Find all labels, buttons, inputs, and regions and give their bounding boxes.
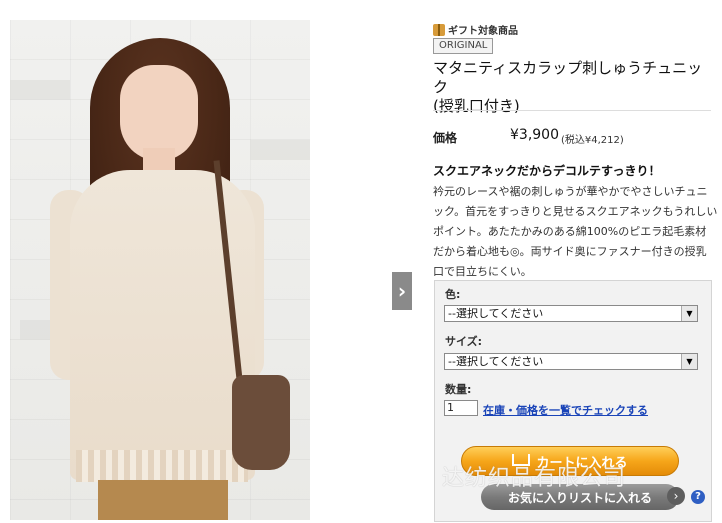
color-select-value: --選択してください bbox=[448, 307, 544, 320]
description-line: ック。首元をすっきりと見せるスクエアネックもうれしい bbox=[433, 205, 718, 218]
divider bbox=[433, 110, 711, 111]
description-line: ポイント。あたたかみのある綿100%のピエラ起毛素材 bbox=[433, 225, 707, 238]
gift-row: ギフト対象商品 bbox=[433, 22, 518, 37]
quantity-label: 数量: bbox=[445, 383, 472, 396]
color-label: 色: bbox=[445, 288, 461, 301]
stock-price-check-link[interactable]: 在庫・価格を一覧でチェックする bbox=[483, 402, 648, 418]
size-label: サイズ: bbox=[445, 335, 483, 348]
wall-brick bbox=[250, 140, 310, 160]
description-body: 衿元のレースや裾の刺しゅうが華やかでやさしいチュニ ック。首元をすっきりと見せる… bbox=[433, 182, 718, 282]
size-select-value: --選択してください bbox=[448, 355, 544, 368]
chevron-down-icon: ▼ bbox=[681, 306, 697, 321]
help-icon[interactable]: ? bbox=[691, 490, 705, 504]
shoulder-bag bbox=[232, 375, 290, 470]
description-line: 衿元のレースや裾の刺しゅうが華やかでやさしいチュニ bbox=[433, 185, 708, 198]
wall-brick bbox=[10, 80, 70, 100]
price-tax: (税込¥4,212) bbox=[561, 135, 624, 146]
original-badge: ORIGINAL bbox=[433, 38, 494, 54]
tunic-lace-hem bbox=[76, 450, 248, 482]
model-face bbox=[120, 65, 198, 161]
arrow-right-icon: › bbox=[667, 487, 685, 505]
description-line: 口で目立ちにくい。 bbox=[433, 265, 532, 278]
product-title-line: (授乳口付き) bbox=[433, 97, 520, 115]
watermark: 达纺织品有限公司 bbox=[442, 466, 627, 491]
price-label: 価格 bbox=[433, 131, 458, 145]
color-select[interactable]: --選択してください ▼ bbox=[444, 305, 698, 322]
size-select[interactable]: --選択してください ▼ bbox=[444, 353, 698, 370]
shorts bbox=[98, 480, 228, 520]
next-image-button[interactable]: › bbox=[392, 272, 412, 310]
product-image bbox=[10, 20, 310, 520]
chevron-right-icon: › bbox=[397, 279, 407, 303]
description-heading: スクエアネックだからデコルテすっきり！ bbox=[433, 164, 661, 178]
tunic bbox=[70, 170, 255, 480]
description-line: だから着心地も◎。両サイド奥にファスナー付きの授乳 bbox=[433, 245, 707, 258]
quantity-input[interactable]: 1 bbox=[444, 400, 478, 416]
chevron-down-icon: ▼ bbox=[681, 354, 697, 369]
price-value: ¥3,900 bbox=[510, 127, 559, 143]
gift-icon bbox=[433, 23, 445, 36]
product-title: マタニティスカラップ刺しゅうチュニック (授乳口付き) bbox=[433, 59, 713, 116]
product-title-line: マタニティスカラップ刺しゅうチュニック bbox=[433, 59, 703, 96]
gift-label: ギフト対象商品 bbox=[448, 26, 518, 37]
